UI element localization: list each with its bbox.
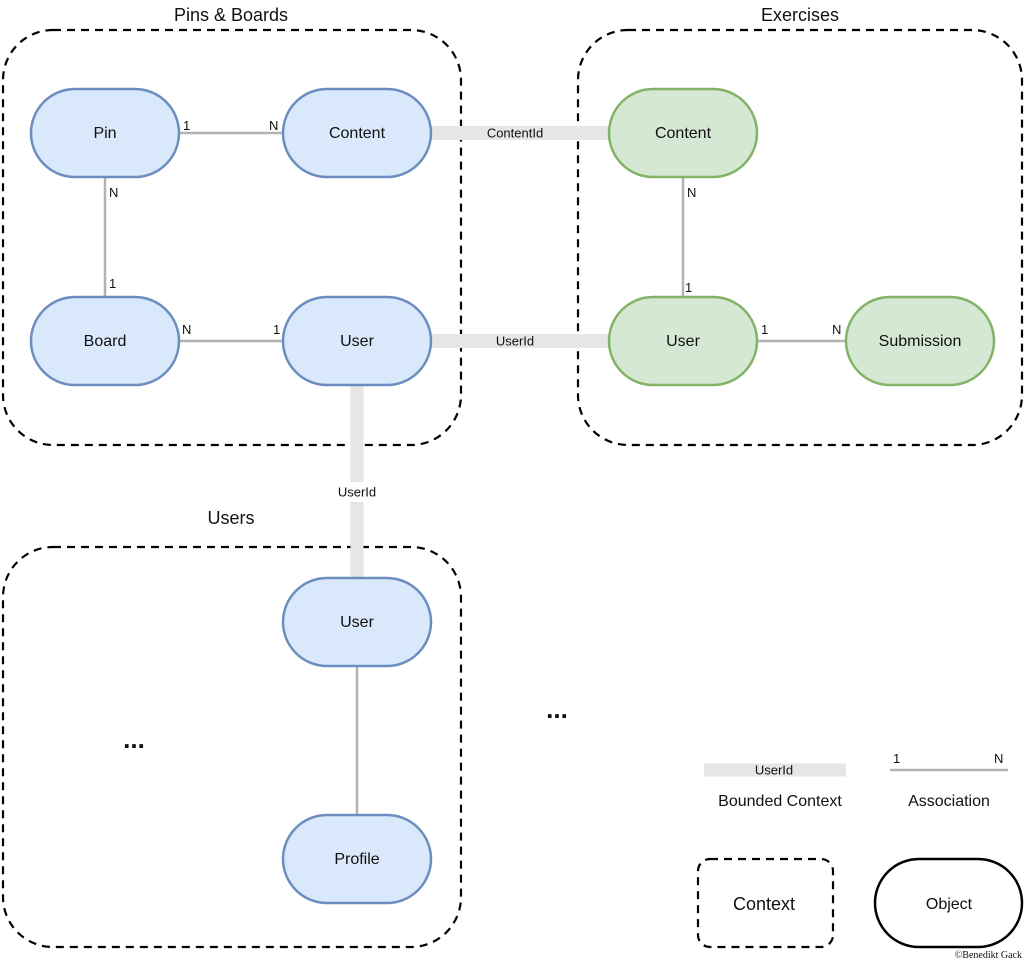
cardinality: N bbox=[109, 185, 118, 200]
node-submission[interactable]: Submission bbox=[844, 295, 996, 387]
node-user[interactable]: User bbox=[281, 295, 433, 387]
node-label: Board bbox=[84, 333, 127, 350]
legend-association-label: Association bbox=[908, 793, 990, 810]
legend-bounded-label: Bounded Context bbox=[718, 793, 842, 810]
node-label: Content bbox=[655, 125, 712, 142]
cardinality: N bbox=[182, 322, 191, 337]
node-exercises-content[interactable]: Content bbox=[607, 87, 759, 179]
node-users-user[interactable]: User bbox=[281, 576, 433, 668]
node-content[interactable]: Content bbox=[281, 87, 433, 179]
node-label: User bbox=[340, 614, 374, 631]
cardinality: N bbox=[687, 185, 696, 200]
bounded-link-userid-exercises: UserId bbox=[431, 333, 609, 348]
bounded-link-userid-users: UserId bbox=[330, 385, 384, 578]
legend-context-label: Context bbox=[733, 894, 795, 914]
context-title: Pins & Boards bbox=[174, 5, 288, 25]
node-label: User bbox=[340, 333, 374, 350]
context-title: Exercises bbox=[761, 5, 839, 25]
association-board-user: N 1 bbox=[179, 322, 283, 343]
cardinality: 1 bbox=[273, 322, 280, 337]
cardinality: 1 bbox=[183, 118, 190, 133]
association-pin-board: N 1 bbox=[103, 177, 118, 297]
cardinality: 1 bbox=[761, 322, 768, 337]
node-label: Pin bbox=[93, 125, 116, 142]
legend-bounded-sample-label: UserId bbox=[755, 762, 793, 777]
cardinality: N bbox=[269, 118, 278, 133]
node-pin[interactable]: Pin bbox=[29, 87, 181, 179]
node-profile[interactable]: Profile bbox=[281, 813, 433, 905]
bounded-link-label: ContentId bbox=[487, 125, 543, 140]
association-excontent-exuser: N 1 bbox=[681, 177, 696, 297]
node-label: Content bbox=[329, 125, 386, 142]
bounded-link-label: UserId bbox=[338, 484, 376, 499]
more-objects-ellipsis: ... bbox=[123, 724, 145, 754]
legend: UserId Bounded Context 1 N Association C… bbox=[696, 751, 1024, 949]
association-exuser-submission: 1 N bbox=[757, 322, 846, 343]
cardinality: N bbox=[832, 322, 841, 337]
node-board[interactable]: Board bbox=[29, 295, 181, 387]
context-title: Users bbox=[207, 508, 254, 528]
cardinality: 1 bbox=[109, 276, 116, 291]
ddd-diagram: Pins & Boards Exercises Users ContentId … bbox=[1, 5, 1024, 961]
copyright: ©Benedikt Gack bbox=[955, 950, 1022, 961]
bounded-link-label: UserId bbox=[496, 333, 534, 348]
node-label: Profile bbox=[334, 851, 379, 868]
node-label: User bbox=[666, 333, 700, 350]
association-pin-content: 1 N bbox=[179, 118, 283, 135]
cardinality: N bbox=[994, 751, 1003, 766]
legend-object-label: Object bbox=[926, 896, 973, 913]
bounded-link-contentid: ContentId bbox=[431, 125, 609, 140]
cardinality: 1 bbox=[893, 751, 900, 766]
node-exercises-user[interactable]: User bbox=[607, 295, 759, 387]
cardinality: 1 bbox=[685, 280, 692, 295]
more-contexts-ellipsis: ... bbox=[546, 694, 568, 724]
node-label: Submission bbox=[879, 333, 962, 350]
